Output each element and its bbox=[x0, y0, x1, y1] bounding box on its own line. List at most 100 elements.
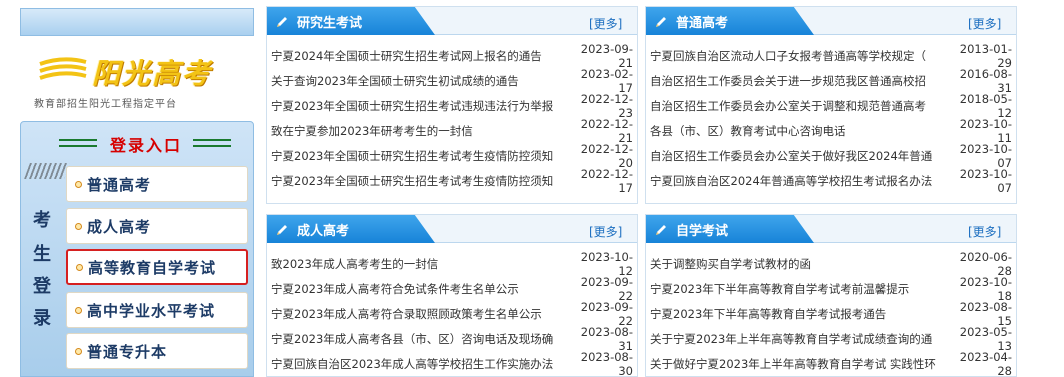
list-item[interactable]: 自治区招生工作委员会办公室关于做好我区2024年普通 2023-10-07 bbox=[646, 142, 1016, 170]
panel-header: 自学考试 [更多] bbox=[646, 215, 1016, 243]
logo-subtitle: 教育部招生阳光工程指定平台 bbox=[34, 99, 177, 110]
panel-tab bbox=[646, 215, 814, 243]
panel-title: 普通高考 bbox=[676, 16, 729, 31]
news-date: 2023-05-13 bbox=[959, 324, 1012, 353]
list-item[interactable]: 关于调整购买自学考试教材的函 2020-06-28 bbox=[646, 249, 1016, 278]
login-adult-gaokao[interactable]: 成人高考 bbox=[66, 208, 248, 244]
list-item[interactable]: 关于宁夏2023年上半年高等教育自学考试成绩查询的通 2023-05-13 bbox=[646, 324, 1016, 353]
list-item[interactable]: 宁夏2023年下半年高等教育自学考试报考通告 2023-08-15 bbox=[646, 299, 1016, 328]
more-link[interactable]: [更多] bbox=[589, 15, 622, 32]
panel-title: 成人高考 bbox=[297, 224, 350, 239]
news-title[interactable]: 宁夏回族自治区2024年普通高等学校招生考试报名办法 bbox=[646, 173, 946, 189]
news-title[interactable]: 关于做好宁夏2023年上半年高等教育自学考试 实践性环 bbox=[646, 356, 946, 372]
panel-header: 普通高考 [更多] bbox=[646, 7, 1016, 35]
news-title[interactable]: 宁夏2023年成人高考符合录取照顾政策考生名单公示 bbox=[267, 306, 567, 322]
news-title[interactable]: 宁夏2023年下半年高等教育自学考试考前温馨提示 bbox=[646, 281, 946, 297]
menu-label: 成人高考 bbox=[87, 217, 152, 236]
news-list: 关于调整购买自学考试教材的函 2020-06-28 宁夏2023年下半年高等教育自… bbox=[646, 243, 1016, 377]
news-title[interactable]: 自治区招生工作委员会办公室关于做好我区2024年普通 bbox=[646, 148, 946, 164]
list-item[interactable]: 各县（市、区）教育考试中心咨询电话 2023-10-11 bbox=[646, 117, 1016, 145]
news-title[interactable]: 宁夏2023年成人高考各县（市、区）咨询电话及现场确 bbox=[267, 331, 567, 347]
login-self-study-exam[interactable]: 高等教育自学考试 bbox=[66, 249, 248, 285]
panel-header: 研究生考试 [更多] bbox=[267, 7, 637, 35]
panel-tab bbox=[646, 7, 814, 35]
sunshine-gaokao-logo[interactable]: 阳光高考 教育部招生阳光工程指定平台 bbox=[20, 48, 254, 112]
news-date: 2023-09-22 bbox=[580, 274, 633, 303]
news-title[interactable]: 宁夏2023年全国硕士研究生招生考试违规违法行为举报 bbox=[267, 98, 567, 114]
title-rule-right-2 bbox=[193, 145, 231, 147]
list-item[interactable]: 宁夏2023年成人高考符合录取照顾政策考生名单公示 2023-09-22 bbox=[267, 299, 637, 328]
list-item[interactable]: 宁夏2023年全国硕士研究生招生考试违规违法行为举报 2022-12-23 bbox=[267, 92, 637, 120]
news-date: 2023-10-18 bbox=[959, 274, 1012, 303]
login-ordinary-gaokao[interactable]: 普通高考 bbox=[66, 166, 248, 202]
panel-self-study-exam: 自学考试 [更多] 关于调整购买自学考试教材的函 2020-06-28 宁夏202… bbox=[645, 214, 1017, 377]
list-item[interactable]: 宁夏回族自治区2023年成人高等学校招生工作实施办法 2023-08-30 bbox=[267, 349, 637, 377]
list-item[interactable]: 自治区招生工作委员会关于进一步规范我区普通高校招 2016-08-31 bbox=[646, 67, 1016, 95]
list-item[interactable]: 致2023年成人高考考生的一封信 2023-10-12 bbox=[267, 250, 637, 278]
news-title[interactable]: 宁夏2023年全国硕士研究生招生考试考生疫情防控须知 bbox=[267, 173, 567, 189]
news-title[interactable]: 宁夏2024年全国硕士研究生招生考试网上报名的通告 bbox=[267, 48, 567, 64]
news-title[interactable]: 各县（市、区）教育考试中心咨询电话 bbox=[646, 123, 946, 139]
news-title[interactable]: 宁夏回族自治区流动人口子女报考普通高等学校规定（ bbox=[646, 48, 946, 64]
news-title[interactable]: 关于宁夏2023年上半年高等教育自学考试成绩查询的通 bbox=[646, 331, 946, 347]
logo-title: 阳光高考 bbox=[92, 57, 213, 90]
list-item[interactable]: 宁夏回族自治区2024年普通高等学校招生考试报名办法 2023-10-07 bbox=[646, 166, 1016, 195]
title-rule-left bbox=[59, 139, 97, 141]
news-date: 2023-10-07 bbox=[959, 166, 1012, 195]
more-link[interactable]: [更多] bbox=[968, 15, 1001, 32]
more-link[interactable]: [更多] bbox=[589, 223, 622, 240]
news-title[interactable]: 关于调整购买自学考试教材的函 bbox=[646, 256, 946, 272]
news-title[interactable]: 宁夏回族自治区2023年成人高等学校招生工作实施办法 bbox=[267, 356, 567, 372]
news-date: 2020-06-28 bbox=[959, 249, 1012, 278]
news-title[interactable]: 致在宁夏参加2023年研考考生的一封信 bbox=[267, 123, 567, 139]
side-char-4: 录 bbox=[33, 308, 51, 329]
side-char-3: 登 bbox=[33, 276, 51, 297]
login-academic-level-exam[interactable]: 高中学业水平考试 bbox=[66, 292, 248, 328]
news-title[interactable]: 宁夏2023年成人高考符合免试条件考生名单公示 bbox=[267, 281, 567, 297]
list-item[interactable]: 宁夏2023年全国硕士研究生招生考试考生疫情防控须知 2022-12-20 bbox=[267, 141, 637, 170]
login-college-upgrade[interactable]: 普通专升本 bbox=[66, 333, 248, 369]
list-item[interactable]: 宁夏回族自治区流动人口子女报考普通高等学校规定（ 2013-01-29 bbox=[646, 42, 1016, 70]
news-title[interactable]: 自治区招生工作委员会办公室关于调整和规范普通高考 bbox=[646, 98, 946, 114]
login-entry-panel: 登录入口 考 生 登 录 普通高考 成人高考 高等教育自学考试 高中学业水平考试… bbox=[20, 121, 254, 377]
list-item[interactable]: 宁夏2023年全国硕士研究生招生考试考生疫情防控须知 2022-12-17 bbox=[267, 167, 637, 195]
news-date: 2022-12-20 bbox=[580, 141, 633, 170]
list-item[interactable]: 宁夏2023年成人高考各县（市、区）咨询电话及现场确 2023-08-31 bbox=[267, 324, 637, 353]
title-rule-right bbox=[193, 139, 231, 141]
news-title[interactable]: 自治区招生工作委员会关于进一步规范我区普通高校招 bbox=[646, 73, 946, 89]
panel-tab bbox=[267, 215, 435, 243]
list-item[interactable]: 关于做好宁夏2023年上半年高等教育自学考试 实践性环 2023-04-28 bbox=[646, 350, 1016, 377]
pencil-icon bbox=[656, 225, 666, 235]
news-title[interactable]: 宁夏2023年下半年高等教育自学考试报考通告 bbox=[646, 306, 946, 322]
news-date: 2023-09-22 bbox=[580, 299, 633, 328]
news-title[interactable]: 宁夏2023年全国硕士研究生招生考试考生疫情防控须知 bbox=[267, 148, 567, 164]
left-top-bar bbox=[20, 8, 254, 36]
menu-label: 高等教育自学考试 bbox=[88, 258, 217, 277]
news-title[interactable]: 致2023年成人高考考生的一封信 bbox=[267, 256, 567, 272]
news-date: 2018-05-12 bbox=[959, 91, 1012, 120]
panel-title: 自学考试 bbox=[676, 224, 729, 239]
news-date: 2023-08-30 bbox=[580, 349, 633, 377]
menu-label: 普通专升本 bbox=[87, 342, 168, 361]
list-item[interactable]: 宁夏2023年成人高考符合免试条件考生名单公示 2023-09-22 bbox=[267, 274, 637, 303]
panel-adult-gaokao: 成人高考 [更多] 致2023年成人高考考生的一封信 2023-10-12 宁夏2… bbox=[266, 214, 638, 377]
list-item[interactable]: 关于查询2023年全国硕士研究生初试成绩的通告 2023-02-17 bbox=[267, 66, 637, 95]
more-link[interactable]: [更多] bbox=[968, 223, 1001, 240]
decorative-stripes bbox=[24, 163, 70, 179]
bullet-icon bbox=[75, 306, 82, 314]
panel-ordinary-gaokao: 普通高考 [更多] 宁夏回族自治区流动人口子女报考普通高等学校规定（ 2013-0… bbox=[645, 6, 1017, 204]
list-item[interactable]: 宁夏2024年全国硕士研究生招生考试网上报名的通告 2023-09-21 bbox=[267, 41, 637, 70]
panel-header: 成人高考 [更多] bbox=[267, 215, 637, 243]
news-title[interactable]: 关于查询2023年全国硕士研究生初试成绩的通告 bbox=[267, 73, 567, 89]
list-item[interactable]: 宁夏2023年下半年高等教育自学考试考前温馨提示 2023-10-18 bbox=[646, 274, 1016, 303]
title-rule-left-2 bbox=[59, 145, 97, 147]
news-date: 2023-08-15 bbox=[959, 299, 1012, 328]
list-item[interactable]: 自治区招生工作委员会办公室关于调整和规范普通高考 2018-05-12 bbox=[646, 91, 1016, 120]
news-date: 2023-09-21 bbox=[580, 41, 633, 70]
login-title: 登录入口 bbox=[109, 136, 182, 155]
news-date: 2022-12-21 bbox=[580, 116, 633, 145]
news-date: 2023-08-31 bbox=[580, 324, 633, 353]
list-item[interactable]: 致在宁夏参加2023年研考考生的一封信 2022-12-21 bbox=[267, 116, 637, 145]
news-date: 2023-02-17 bbox=[580, 66, 633, 95]
bullet-icon bbox=[75, 180, 82, 188]
